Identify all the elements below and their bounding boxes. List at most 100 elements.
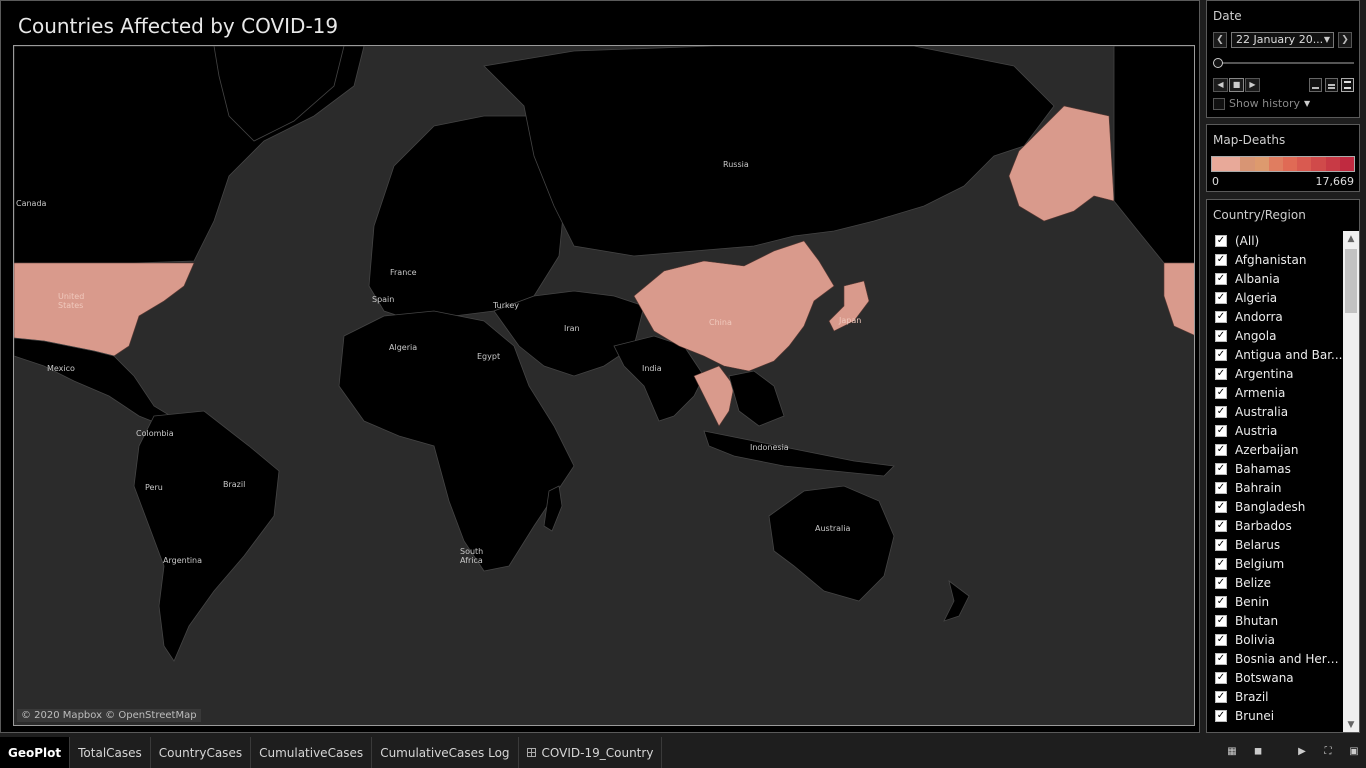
checkbox-checked-icon[interactable]: ✓ bbox=[1215, 652, 1227, 665]
scroll-down-icon[interactable]: ▼ bbox=[1343, 717, 1359, 732]
country-list-item[interactable]: ✓ Austria bbox=[1207, 421, 1343, 440]
tab-countrycases[interactable]: CountryCases bbox=[151, 737, 252, 768]
label-south-africa-1: South bbox=[460, 547, 483, 556]
country-label: Australia bbox=[1235, 404, 1289, 419]
checkbox-checked-icon[interactable]: ✓ bbox=[1215, 424, 1227, 437]
tab-cumulativecases-log[interactable]: CumulativeCases Log bbox=[372, 737, 519, 768]
checkbox-checked-icon[interactable]: ✓ bbox=[1215, 272, 1227, 285]
country-list-item[interactable]: ✓ Angola bbox=[1207, 326, 1343, 345]
checkbox-checked-icon[interactable]: ✓ bbox=[1215, 481, 1227, 494]
checkbox-checked-icon[interactable]: ✓ bbox=[1215, 348, 1227, 361]
country-list-item[interactable]: ✓ (All) bbox=[1207, 231, 1343, 250]
scroll-up-icon[interactable]: ▲ bbox=[1343, 231, 1359, 247]
sheet-tab-bar: GeoPlot TotalCases CountryCases Cumulati… bbox=[0, 737, 1366, 768]
map-attribution[interactable]: © 2020 Mapbox © OpenStreetMap bbox=[17, 709, 201, 722]
country-label: Algeria bbox=[1235, 290, 1278, 305]
presentation-icon[interactable]: ▣ bbox=[1348, 746, 1360, 758]
tab-view-icon[interactable]: ◼ bbox=[1252, 746, 1264, 758]
date-dropdown[interactable]: 22 January 20... ▼ bbox=[1231, 32, 1334, 48]
checkbox-checked-icon[interactable]: ✓ bbox=[1215, 386, 1227, 399]
checkbox-checked-icon[interactable]: ✓ bbox=[1215, 633, 1227, 646]
checkbox-checked-icon[interactable]: ✓ bbox=[1215, 538, 1227, 551]
country-list-item[interactable]: ✓ Bosnia and Herz... bbox=[1207, 649, 1343, 668]
country-label: Albania bbox=[1235, 271, 1280, 286]
checkbox-checked-icon[interactable]: ✓ bbox=[1215, 500, 1227, 513]
country-list-item[interactable]: ✓ Australia bbox=[1207, 402, 1343, 421]
fullscreen-icon[interactable]: ⛶ bbox=[1322, 746, 1334, 758]
checkbox-checked-icon[interactable]: ✓ bbox=[1215, 614, 1227, 627]
country-list-item[interactable]: ✓ Bhutan bbox=[1207, 611, 1343, 630]
label-united-states-2: States bbox=[58, 301, 83, 310]
country-list-item[interactable]: ✓ Belize bbox=[1207, 573, 1343, 592]
country-list-item[interactable]: ✓ Barbados bbox=[1207, 516, 1343, 535]
checkbox-checked-icon[interactable]: ✓ bbox=[1215, 253, 1227, 266]
tab-geoplot[interactable]: GeoPlot bbox=[0, 737, 71, 768]
play-sheets-icon[interactable]: ▶ bbox=[1296, 746, 1308, 758]
checkbox-checked-icon[interactable]: ✓ bbox=[1215, 405, 1227, 418]
show-history-checkbox[interactable] bbox=[1213, 97, 1225, 110]
checkbox-checked-icon[interactable]: ✓ bbox=[1215, 595, 1227, 608]
country-list-item[interactable]: ✓ Benin bbox=[1207, 592, 1343, 611]
country-list-item[interactable]: ✓ Brunei bbox=[1207, 706, 1343, 725]
country-list-item[interactable]: ✓ Andorra bbox=[1207, 307, 1343, 326]
map-title: Countries Affected by COVID-19 bbox=[18, 14, 339, 38]
checkbox-checked-icon[interactable]: ✓ bbox=[1215, 519, 1227, 532]
filmstrip-icon[interactable]: ▦ bbox=[1226, 746, 1238, 758]
checkbox-checked-icon[interactable]: ✓ bbox=[1215, 234, 1227, 247]
checkbox-checked-icon[interactable]: ✓ bbox=[1215, 310, 1227, 323]
chevron-left-icon: ❮ bbox=[1216, 35, 1224, 45]
speed-slow-button[interactable] bbox=[1309, 78, 1322, 92]
country-list-item[interactable]: ✓ Bangladesh bbox=[1207, 497, 1343, 516]
show-history-toggle[interactable]: Show history ▼ bbox=[1213, 97, 1310, 110]
label-mexico: Mexico bbox=[47, 364, 75, 373]
country-list-item[interactable]: ✓ Bahrain bbox=[1207, 478, 1343, 497]
date-filter-card: Date ❮ 22 January 20... ▼ ❯ ◀ ■ ▶ Show h… bbox=[1206, 0, 1360, 118]
country-list-item[interactable]: ✓ Belgium bbox=[1207, 554, 1343, 573]
map-canvas[interactable]: Canada United States Mexico Colombia Per… bbox=[14, 46, 1195, 726]
checkbox-checked-icon[interactable]: ✓ bbox=[1215, 557, 1227, 570]
stop-button[interactable]: ■ bbox=[1229, 78, 1244, 92]
speed-fast-button[interactable] bbox=[1341, 78, 1354, 92]
checkbox-checked-icon[interactable]: ✓ bbox=[1215, 671, 1227, 684]
checkbox-checked-icon[interactable]: ✓ bbox=[1215, 291, 1227, 304]
checkbox-checked-icon[interactable]: ✓ bbox=[1215, 709, 1227, 722]
country-list-item[interactable]: ✓ Bolivia bbox=[1207, 630, 1343, 649]
date-slider-handle[interactable] bbox=[1213, 58, 1223, 68]
country-list-item[interactable]: ✓ Brazil bbox=[1207, 687, 1343, 706]
checkbox-checked-icon[interactable]: ✓ bbox=[1215, 462, 1227, 475]
country-list-item[interactable]: ✓ Argentina bbox=[1207, 364, 1343, 383]
checkbox-checked-icon[interactable]: ✓ bbox=[1215, 329, 1227, 342]
country-list-item[interactable]: ✓ Afghanistan bbox=[1207, 250, 1343, 269]
tab-totalcases[interactable]: TotalCases bbox=[70, 737, 151, 768]
country-list-item[interactable]: ✓ Belarus bbox=[1207, 535, 1343, 554]
country-list-item[interactable]: ✓ Antigua and Bar... bbox=[1207, 345, 1343, 364]
checkbox-checked-icon[interactable]: ✓ bbox=[1215, 443, 1227, 456]
country-list-item[interactable]: ✓ Botswana bbox=[1207, 668, 1343, 687]
checkbox-checked-icon[interactable]: ✓ bbox=[1215, 367, 1227, 380]
checkbox-checked-icon[interactable]: ✓ bbox=[1215, 690, 1227, 703]
country-list-item[interactable]: ✓ Algeria bbox=[1207, 288, 1343, 307]
country-list-item[interactable]: ✓ Armenia bbox=[1207, 383, 1343, 402]
country-label: Brunei bbox=[1235, 708, 1275, 723]
country-list-item[interactable]: ✓ Azerbaijan bbox=[1207, 440, 1343, 459]
country-list-item[interactable]: ✓ Albania bbox=[1207, 269, 1343, 288]
tab-covid-19-country[interactable]: COVID-19_Country bbox=[519, 737, 663, 768]
country-list-item[interactable]: ✓ Bahamas bbox=[1207, 459, 1343, 478]
speed-medium-button[interactable] bbox=[1325, 78, 1338, 92]
date-slider[interactable] bbox=[1213, 58, 1354, 68]
scroll-thumb[interactable] bbox=[1345, 249, 1357, 313]
label-argentina: Argentina bbox=[163, 556, 202, 565]
step-back-button[interactable]: ◀ bbox=[1213, 78, 1228, 92]
country-list-scrollbar[interactable]: ▲ ▼ bbox=[1343, 231, 1359, 732]
play-icon: ▶ bbox=[1249, 80, 1256, 89]
country-label: (All) bbox=[1235, 233, 1260, 248]
country-checkbox-list[interactable]: ✓ (All) ✓ Afghanistan ✓ Albania ✓ Algeria ✓ Andor… bbox=[1207, 231, 1343, 732]
world-map[interactable]: Canada United States Mexico Colombia Per… bbox=[13, 45, 1195, 726]
caret-down-icon[interactable]: ▼ bbox=[1304, 99, 1310, 108]
tab-cumulativecases[interactable]: CumulativeCases bbox=[251, 737, 373, 768]
checkbox-checked-icon[interactable]: ✓ bbox=[1215, 576, 1227, 589]
date-next-button[interactable]: ❯ bbox=[1338, 32, 1352, 48]
tab-label: CumulativeCases Log bbox=[380, 745, 510, 760]
date-prev-button[interactable]: ❮ bbox=[1213, 32, 1227, 48]
play-button[interactable]: ▶ bbox=[1245, 78, 1260, 92]
